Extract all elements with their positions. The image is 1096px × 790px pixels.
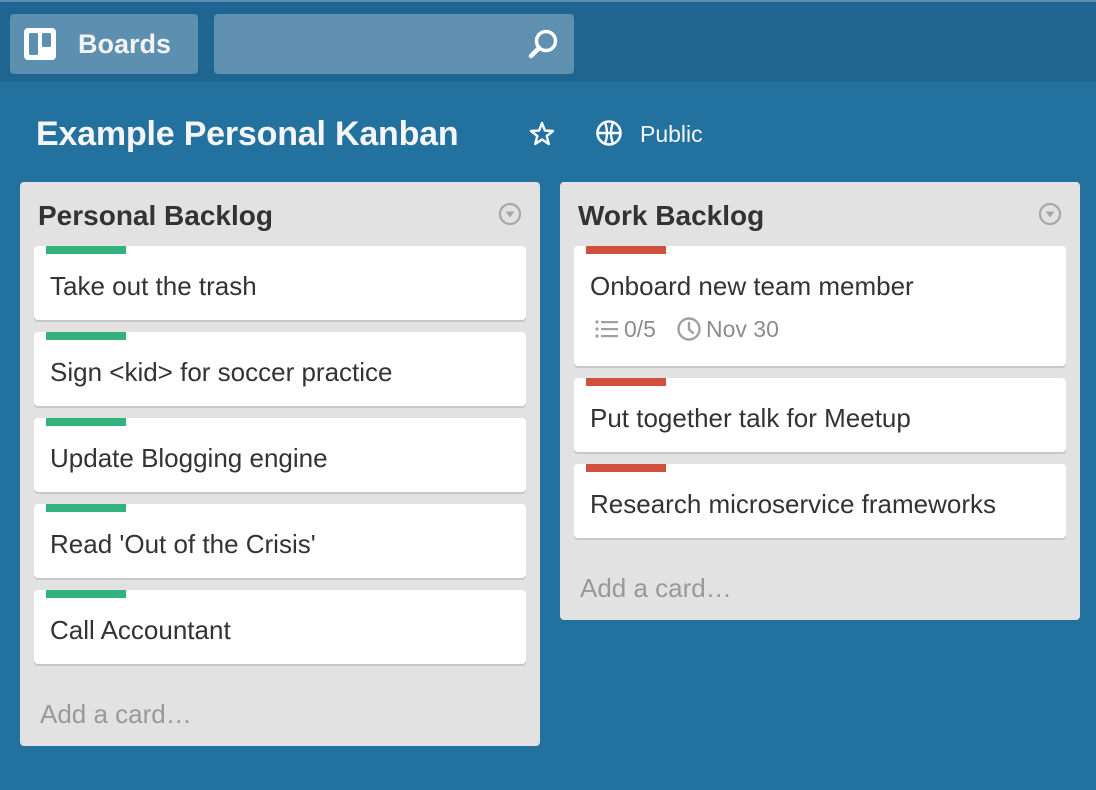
card-label-green bbox=[46, 590, 126, 598]
card-label-green bbox=[46, 504, 126, 512]
boards-label: Boards bbox=[78, 29, 172, 59]
card-title: Onboard new team member bbox=[590, 271, 914, 301]
card-badges: 0/5 Nov 30 bbox=[594, 314, 799, 344]
globe-icon bbox=[596, 120, 622, 146]
search-input[interactable] bbox=[214, 14, 514, 74]
card-title: Sign <kid> for soccer practice bbox=[50, 357, 393, 387]
card[interactable]: Onboard new team member 0/5 Nov 30 bbox=[574, 246, 1066, 366]
list-work-backlog: Work Backlog Onboard new team member 0/5 bbox=[560, 182, 1080, 620]
card[interactable]: Sign <kid> for soccer practice bbox=[34, 332, 526, 406]
checklist-icon bbox=[595, 320, 618, 338]
checklist-badge: 0/5 bbox=[594, 316, 656, 343]
due-date-badge: Nov 30 bbox=[676, 316, 779, 343]
card[interactable]: Take out the trash bbox=[34, 246, 526, 320]
card-label-red bbox=[586, 246, 666, 254]
list-menu-icon[interactable] bbox=[498, 202, 522, 226]
card-label-green bbox=[46, 332, 126, 340]
card-title: Read 'Out of the Crisis' bbox=[50, 529, 316, 559]
card-title: Research microservice frameworks bbox=[590, 489, 996, 519]
search-box[interactable] bbox=[214, 14, 574, 74]
card[interactable]: Put together talk for Meetup bbox=[574, 378, 1066, 452]
card[interactable]: Call Accountant bbox=[34, 590, 526, 664]
card[interactable]: Read 'Out of the Crisis' bbox=[34, 504, 526, 578]
card-title: Call Accountant bbox=[50, 615, 231, 645]
card-title: Update Blogging engine bbox=[50, 443, 328, 473]
list-personal-backlog: Personal Backlog Take out the trash Sign… bbox=[20, 182, 540, 746]
clock-icon bbox=[677, 317, 701, 341]
star-icon[interactable] bbox=[528, 120, 556, 148]
list-title[interactable]: Personal Backlog bbox=[38, 196, 273, 236]
checklist-count: 0/5 bbox=[624, 315, 656, 342]
header-bar: Boards bbox=[0, 0, 1096, 82]
add-card-button[interactable]: Add a card… bbox=[580, 570, 732, 606]
trello-boards-icon bbox=[24, 28, 56, 60]
visibility-label: Public bbox=[640, 121, 703, 147]
board-title[interactable]: Example Personal Kanban bbox=[36, 110, 459, 158]
card-label-red bbox=[586, 378, 666, 386]
due-date: Nov 30 bbox=[705, 315, 779, 342]
card-label-green bbox=[46, 246, 126, 254]
card[interactable]: Update Blogging engine bbox=[34, 418, 526, 492]
card-label-red bbox=[586, 464, 666, 472]
boards-button[interactable]: Boards bbox=[10, 14, 198, 74]
card-label-green bbox=[46, 418, 126, 426]
search-icon[interactable] bbox=[526, 28, 560, 62]
card-title: Put together talk for Meetup bbox=[590, 403, 911, 433]
card[interactable]: Research microservice frameworks bbox=[574, 464, 1066, 538]
list-title[interactable]: Work Backlog bbox=[578, 196, 764, 236]
list-menu-icon[interactable] bbox=[1038, 202, 1062, 226]
card-title: Take out the trash bbox=[50, 271, 257, 301]
add-card-button[interactable]: Add a card… bbox=[40, 696, 192, 732]
